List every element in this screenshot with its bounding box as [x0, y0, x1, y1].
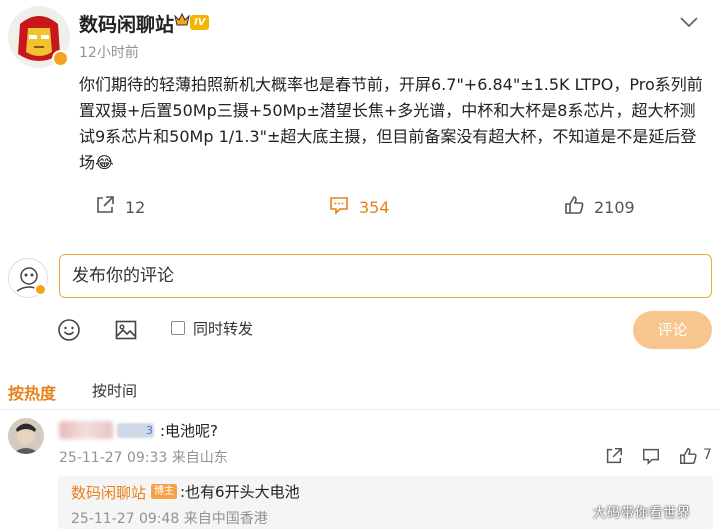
comment-icon[interactable] [641, 446, 661, 470]
tab-sort-time[interactable]: 按时间 [92, 380, 137, 401]
image-icon[interactable] [114, 318, 138, 346]
tab-sort-hot[interactable]: 按热度 [8, 380, 56, 404]
user-level-badge: IV [190, 15, 210, 30]
emoji-icon[interactable] [57, 318, 81, 346]
comment-meta: 25-11-27 09:33 来自山东 [59, 450, 228, 466]
divider [0, 409, 720, 410]
reply-text: :也有6开头大电池 [180, 483, 300, 501]
verified-badge-icon [34, 283, 47, 296]
blogger-badge: 博主 [151, 484, 177, 499]
share-icon [94, 194, 116, 220]
post-time[interactable]: 12小时前 [79, 42, 139, 62]
post-body: 你们期待的轻薄拍照新机大概率也是春节前，开屏6.7"+6.84"±1.5K LT… [79, 75, 703, 172]
comment-text: :电池呢? [160, 422, 219, 440]
repost-label[interactable]: 同时转发 [193, 318, 253, 339]
share-icon[interactable] [604, 446, 624, 470]
repost-checkbox[interactable] [171, 321, 185, 335]
commenter-avatar[interactable] [8, 418, 44, 454]
commenter-level: 3 [146, 424, 153, 437]
watermark: 大码带你看世界 [593, 506, 692, 521]
share-count: 12 [125, 197, 146, 217]
comment-input[interactable]: 发布你的评论 [59, 254, 712, 298]
like-count: 2109 [594, 197, 635, 217]
like-icon[interactable] [678, 446, 698, 470]
verified-badge-icon [52, 50, 69, 67]
reply-meta: 25-11-27 09:48 来自中国香港 [71, 511, 268, 527]
post-author-name[interactable]: 数码闲聊站 [79, 10, 174, 37]
comment-button[interactable]: 354 [328, 196, 390, 218]
submit-comment-button[interactable]: 评论 [633, 311, 712, 349]
crown-icon [174, 12, 190, 32]
reply-author[interactable]: 数码闲聊站 [71, 482, 146, 503]
commenter-name-blurred[interactable] [59, 421, 113, 439]
chevron-down-icon[interactable] [678, 14, 700, 33]
comment-like-count: 7 [703, 447, 712, 463]
comment-count: 354 [359, 197, 390, 217]
like-icon [563, 194, 585, 220]
share-button[interactable]: 12 [94, 196, 145, 218]
comment-icon [328, 194, 350, 220]
like-button[interactable]: 2109 [563, 196, 635, 218]
